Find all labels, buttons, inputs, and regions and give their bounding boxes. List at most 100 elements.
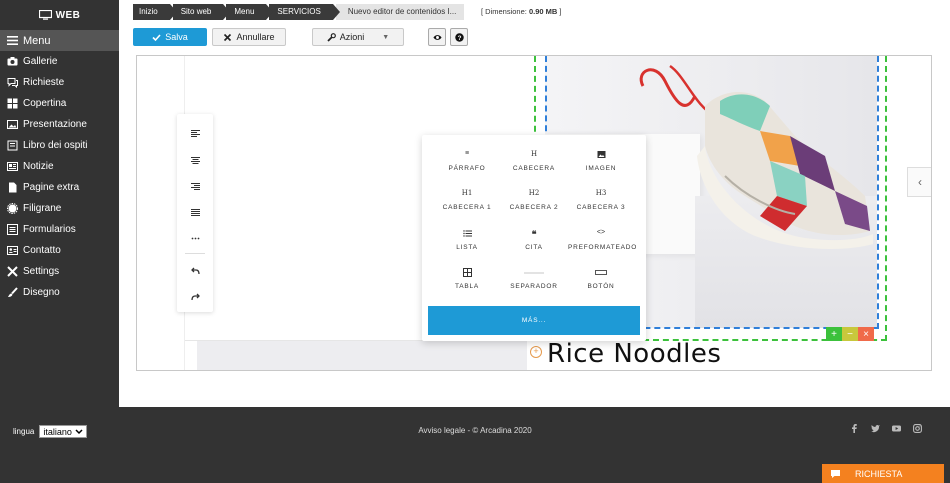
- heading-3-icon: H3: [595, 189, 607, 197]
- page-icon: [9, 182, 17, 193]
- sidebar-item-label: Notizie: [23, 161, 54, 172]
- news-icon: [7, 162, 18, 171]
- sidebar-item-menu[interactable]: Menu: [0, 30, 119, 51]
- image-icon: [7, 120, 18, 129]
- seal-icon: [7, 203, 18, 214]
- breadcrumb-item-menu[interactable]: Menu: [226, 4, 274, 20]
- align-center-button[interactable]: [177, 151, 213, 169]
- request-button[interactable]: RICHIESTA: [822, 464, 944, 483]
- insert-block-popup: ≡ PÁRRAFO H CABECERA IMAGEN H1 CABECERA …: [422, 135, 646, 341]
- block-option-cabecera-2[interactable]: H2 CABECERA 2: [501, 189, 567, 219]
- editor-canvas[interactable]: + − × + Rice Noodles ‹ ≡ PÁRRAFO H CABEC…: [136, 55, 932, 371]
- block-controls: + − ×: [826, 327, 874, 341]
- block-option-cabecera-1[interactable]: H1 CABECERA 1: [434, 189, 500, 219]
- panel-toggle-button[interactable]: ‹: [907, 167, 931, 197]
- align-left-button[interactable]: [177, 124, 213, 142]
- sidebar-item-label: Formularios: [23, 224, 76, 235]
- block-option-lista[interactable]: LISTA: [434, 229, 500, 259]
- actions-label: Azioni: [339, 32, 365, 42]
- sidebar-item-disegno[interactable]: Disegno: [0, 282, 119, 303]
- block-option-label: CABECERA 3: [576, 204, 626, 211]
- delete-block-button[interactable]: ×: [858, 327, 874, 341]
- sidebar-item-label: Richieste: [23, 77, 65, 88]
- collapse-block-button[interactable]: −: [842, 327, 858, 341]
- align-right-button[interactable]: [177, 177, 213, 195]
- block-option-separador[interactable]: SEPARADOR: [501, 268, 567, 298]
- image-icon: [568, 150, 634, 162]
- button-icon: [568, 268, 634, 280]
- contact-icon: [7, 246, 18, 255]
- save-button[interactable]: Salva: [133, 28, 207, 46]
- sidebar-item-label: Contatto: [23, 245, 61, 256]
- instagram-icon[interactable]: [913, 424, 922, 433]
- sidebar-item-libro-ospiti[interactable]: Libro dei ospiti: [0, 135, 119, 156]
- grid-icon: [7, 98, 18, 109]
- breadcrumb-item-inizio[interactable]: Inizio: [133, 4, 177, 20]
- more-options-button[interactable]: [177, 229, 213, 247]
- block-option-imagen[interactable]: IMAGEN: [568, 150, 634, 180]
- sidebar-item-label: Filigrane: [23, 203, 62, 214]
- text-format-toolbar: [177, 114, 213, 312]
- preview-button[interactable]: [428, 28, 446, 46]
- block-option-cita[interactable]: ❝ CITA: [501, 229, 567, 259]
- block-option-preformateado[interactable]: <> PREFORMATEADO: [568, 229, 638, 259]
- actions-dropdown[interactable]: Azioni ▼: [312, 28, 404, 46]
- heading-icon: H: [530, 150, 538, 158]
- help-button[interactable]: ?: [450, 28, 468, 46]
- sidebar-item-pagine-extra[interactable]: Pagine extra: [0, 177, 119, 198]
- cancel-button[interactable]: Annullare: [212, 28, 286, 46]
- dimension-indicator: [ Dimensione: 0.90 MB ]: [481, 7, 562, 16]
- chat-bubble-icon: [831, 469, 840, 478]
- sidebar-item-label: Pagine extra: [23, 182, 80, 193]
- quote-icon: ❝: [531, 229, 537, 239]
- redo-button[interactable]: [177, 287, 213, 305]
- youtube-icon[interactable]: [892, 424, 901, 433]
- chevron-left-icon: ‹: [918, 175, 922, 189]
- breadcrumb-item-servicios[interactable]: SERVICIOS: [269, 4, 341, 20]
- request-label: RICHIESTA: [855, 468, 903, 479]
- sidebar-item-copertina[interactable]: Copertina: [0, 93, 119, 114]
- sidebar-item-notizie[interactable]: Notizie: [0, 156, 119, 177]
- add-block-button[interactable]: +: [826, 327, 842, 341]
- sidebar-item-filigrane[interactable]: Filigrane: [0, 198, 119, 219]
- sidebar-item-formularios[interactable]: Formularios: [0, 219, 119, 240]
- block-option-label: IMAGEN: [585, 165, 617, 172]
- heading-2-icon: H2: [528, 189, 540, 197]
- help-icon: ?: [454, 32, 464, 41]
- sidebar-item-richieste[interactable]: Richieste: [0, 72, 119, 93]
- editor-header: Inizio Sito web Menu SERVICIOS Nuevo edi…: [119, 0, 950, 55]
- block-option-label: CABECERA: [512, 165, 556, 172]
- block-option-parrafo[interactable]: ≡ PÁRRAFO: [434, 150, 500, 180]
- block-option-boton[interactable]: BOTÓN: [568, 268, 634, 298]
- redo-icon: [190, 293, 200, 300]
- list-icon: [7, 224, 18, 235]
- sidebar-item-label: Libro dei ospiti: [23, 140, 88, 151]
- content-title[interactable]: Rice Noodles: [547, 339, 721, 369]
- twitter-icon[interactable]: [871, 424, 880, 433]
- close-icon: [224, 33, 232, 41]
- undo-button[interactable]: [177, 261, 213, 279]
- editor-main: + − × + Rice Noodles ‹ ≡ PÁRRAFO H CABEC…: [119, 55, 950, 407]
- breadcrumb-item-sito-web[interactable]: Sito web: [172, 4, 231, 20]
- block-option-cabecera[interactable]: H CABECERA: [501, 150, 567, 180]
- block-option-cabecera-3[interactable]: H3 CABECERA 3: [568, 189, 634, 219]
- more-blocks-button[interactable]: MÁS...: [428, 306, 640, 335]
- sidebar-item-contatto[interactable]: Contatto: [0, 240, 119, 261]
- block-option-label: SEPARADOR: [510, 283, 558, 290]
- facebook-icon[interactable]: [850, 424, 859, 433]
- block-option-label: PREFORMATEADO: [568, 244, 638, 251]
- dimension-label: [ Dimensione:: [481, 7, 527, 16]
- sidebar-item-presentazione[interactable]: Presentazione: [0, 114, 119, 135]
- block-option-tabla[interactable]: TABLA: [434, 268, 500, 298]
- add-row-icon[interactable]: +: [530, 346, 542, 358]
- align-justify-button[interactable]: [177, 203, 213, 221]
- monitor-icon: [38, 10, 52, 20]
- sidebar-item-gallerie[interactable]: Gallerie: [0, 51, 119, 72]
- separator-icon: [501, 268, 567, 280]
- svg-text:?: ?: [457, 34, 461, 41]
- sidebar-item-settings[interactable]: Settings: [0, 261, 119, 282]
- table-icon: [434, 268, 500, 280]
- image-strip: [197, 341, 527, 370]
- legal-notice[interactable]: Avviso legale - © Arcadina 2020: [0, 426, 950, 435]
- dimension-suffix: ]: [559, 7, 562, 16]
